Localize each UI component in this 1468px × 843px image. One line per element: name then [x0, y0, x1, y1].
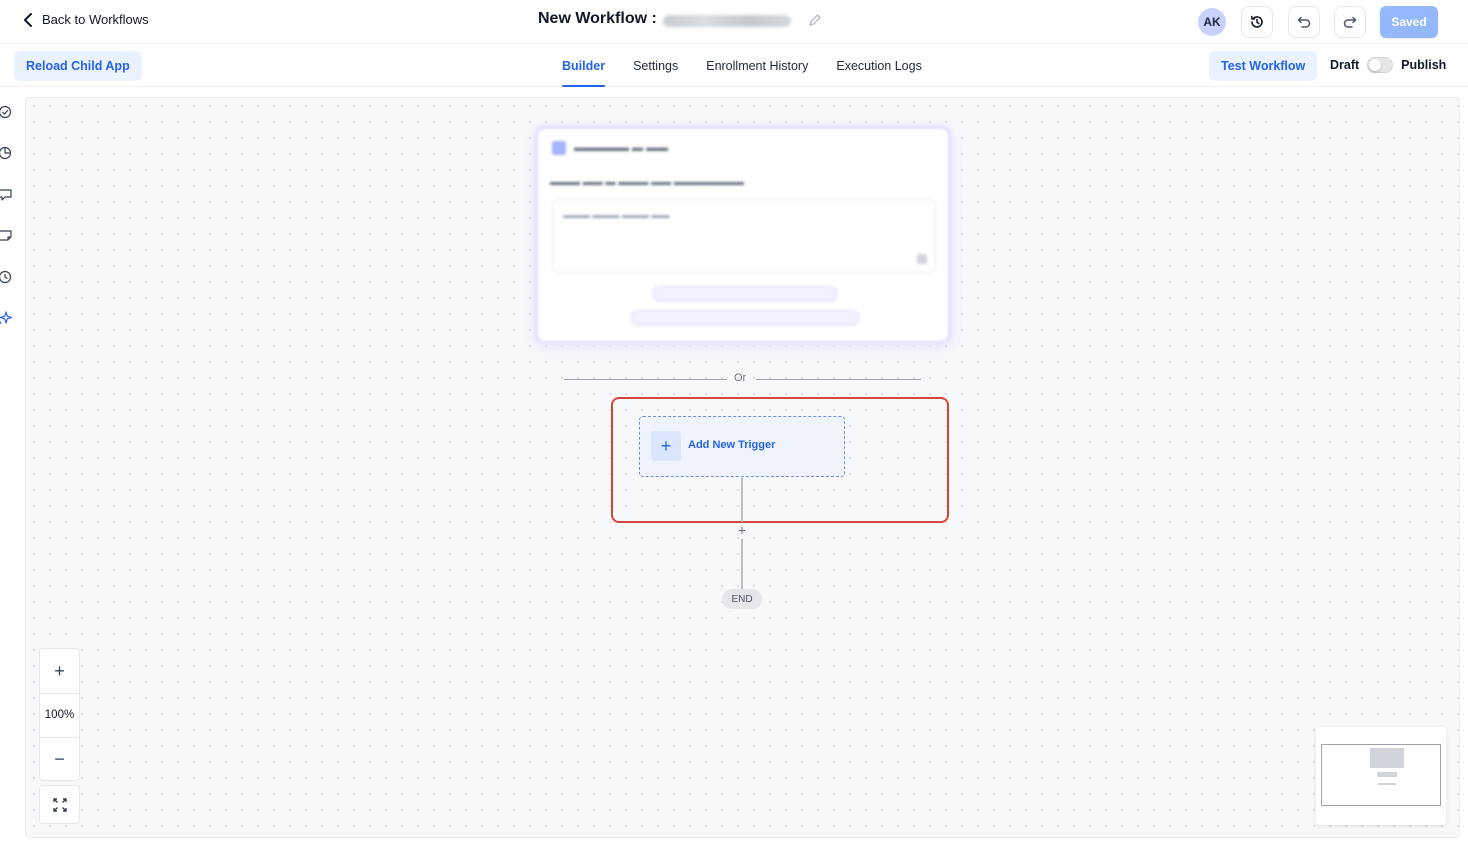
workflow-title: New Workflow : — [538, 10, 657, 27]
chat-icon[interactable] — [0, 188, 14, 202]
minimap-viewport[interactable] — [1321, 744, 1441, 806]
version-history-button[interactable] — [1241, 6, 1273, 38]
back-label: Back to Workflows — [42, 12, 149, 27]
undo-icon — [1297, 16, 1311, 28]
ai-prompt-input[interactable]: ▬▬▬ ▬▬▬ ▬▬▬ ▬▬ — [552, 199, 936, 273]
chevron-left-icon — [24, 12, 32, 27]
ai-prompt-placeholder: ▬▬▬ ▬▬▬ ▬▬▬ ▬▬ — [563, 210, 670, 220]
workflow-tabs: Builder Settings Enrollment History Exec… — [548, 45, 936, 87]
sparkle-icon[interactable] — [0, 311, 14, 325]
or-divider-left — [564, 379, 727, 380]
avatar[interactable]: AK — [1198, 8, 1226, 36]
or-divider-right — [756, 379, 921, 380]
saved-button[interactable]: Saved — [1380, 6, 1438, 38]
add-new-trigger-node[interactable]: + Add New Trigger — [639, 416, 845, 477]
minimap-node — [1370, 748, 1404, 768]
history-icon — [1251, 15, 1263, 28]
publish-status: Draft Publish — [1330, 57, 1446, 73]
undo-button[interactable] — [1288, 6, 1320, 38]
tab-settings[interactable]: Settings — [619, 45, 692, 87]
redo-button[interactable] — [1334, 6, 1366, 38]
ai-spark-icon — [552, 141, 566, 155]
edit-pencil-icon[interactable] — [807, 12, 823, 28]
workflow-canvas[interactable]: ▬▬▬▬▬ ▬ ▬▬ ▬▬▬ ▬▬ ▬ ▬▬▬ ▬▬ ▬▬▬▬▬▬▬ ▬▬▬ ▬… — [25, 97, 1460, 838]
pie-chart-icon[interactable] — [0, 146, 14, 160]
ai-suggestion-chip[interactable] — [630, 310, 860, 326]
zoom-in-button[interactable]: + — [40, 649, 79, 693]
fit-view-button[interactable] — [39, 785, 80, 824]
or-divider-label: Or — [734, 372, 747, 384]
expand-icon — [52, 797, 67, 812]
publish-toggle[interactable] — [1367, 57, 1394, 73]
draft-label: Draft — [1330, 58, 1360, 72]
add-step-button[interactable]: + — [735, 523, 749, 537]
tab-enrollment-history[interactable]: Enrollment History — [692, 45, 822, 87]
zoom-out-button[interactable]: − — [40, 737, 79, 781]
check-circle-icon[interactable] — [0, 105, 14, 119]
workflow-title-area: New Workflow : — [538, 10, 823, 28]
note-icon[interactable] — [0, 229, 14, 243]
reload-child-app-button[interactable]: Reload Child App — [14, 51, 142, 81]
minimap-node — [1377, 772, 1397, 777]
zoom-controls: + 100% − — [39, 648, 80, 781]
workflow-id-redacted — [662, 14, 791, 27]
zoom-level: 100% — [44, 709, 75, 721]
ai-card-question: ▬▬▬ ▬▬ ▬ ▬▬▬ ▬▬ ▬▬▬▬▬▬▬ — [550, 177, 744, 188]
ai-suggestion-chip[interactable] — [652, 286, 838, 302]
builder-toolbar: Reload Child App Builder Settings Enroll… — [0, 45, 1468, 87]
ai-card-title: ▬▬▬▬▬ ▬ ▬▬ — [574, 142, 669, 154]
publish-label: Publish — [1401, 58, 1447, 72]
redo-icon — [1343, 16, 1357, 28]
connector-line — [741, 539, 743, 589]
ai-card-header: ▬▬▬▬▬ ▬ ▬▬ — [552, 141, 668, 155]
plus-icon: + — [651, 431, 681, 461]
toggle-knob — [1369, 59, 1382, 71]
tab-builder[interactable]: Builder — [548, 45, 619, 87]
connector-line — [741, 478, 743, 522]
minimap-node — [1378, 783, 1396, 785]
top-bar: Back to Workflows New Workflow : AK Save… — [0, 0, 1468, 44]
tab-execution-logs[interactable]: Execution Logs — [822, 45, 935, 87]
history-icon[interactable] — [0, 270, 14, 284]
minimap — [1316, 727, 1446, 825]
ai-workflow-assistant-card: ▬▬▬▬▬ ▬ ▬▬ ▬▬▬ ▬▬ ▬ ▬▬▬ ▬▬ ▬▬▬▬▬▬▬ ▬▬▬ ▬… — [535, 126, 951, 344]
end-node: END — [722, 589, 762, 609]
back-to-workflows-link[interactable]: Back to Workflows — [22, 12, 149, 27]
add-new-trigger-label: Add New Trigger — [688, 439, 776, 451]
send-icon[interactable] — [917, 254, 927, 264]
test-workflow-button[interactable]: Test Workflow — [1209, 51, 1318, 81]
